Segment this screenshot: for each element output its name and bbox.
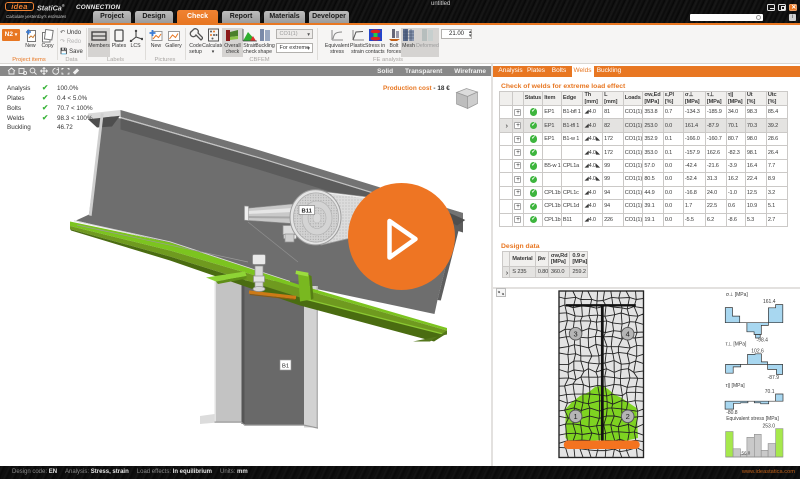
svg-text:-80.8: -80.8 <box>726 410 738 416</box>
svg-text:σ⊥ [MPa]: σ⊥ [MPa] <box>726 292 749 298</box>
svg-text:Equivalent stress [MPa]: Equivalent stress [MPa] <box>726 416 779 422</box>
svg-text:B11: B11 <box>302 208 313 214</box>
svg-text:102.6: 102.6 <box>751 348 764 354</box>
svg-text:56.0: 56.0 <box>742 451 751 456</box>
svg-text:4: 4 <box>626 329 630 338</box>
svg-text:161.4: 161.4 <box>763 299 776 305</box>
svg-text:-87.9: -87.9 <box>768 375 780 381</box>
svg-text:2: 2 <box>626 412 630 421</box>
svg-text:253.0: 253.0 <box>762 423 775 429</box>
svg-text:B1: B1 <box>282 364 289 370</box>
svg-text:70.1: 70.1 <box>765 389 775 395</box>
svg-text:τ|| [MPa]: τ|| [MPa] <box>726 383 746 389</box>
svg-text:-98.4: -98.4 <box>757 338 769 344</box>
svg-text:3: 3 <box>574 329 578 338</box>
svg-text:τ⊥ [MPa]: τ⊥ [MPa] <box>726 341 747 347</box>
svg-text:1: 1 <box>574 412 578 421</box>
